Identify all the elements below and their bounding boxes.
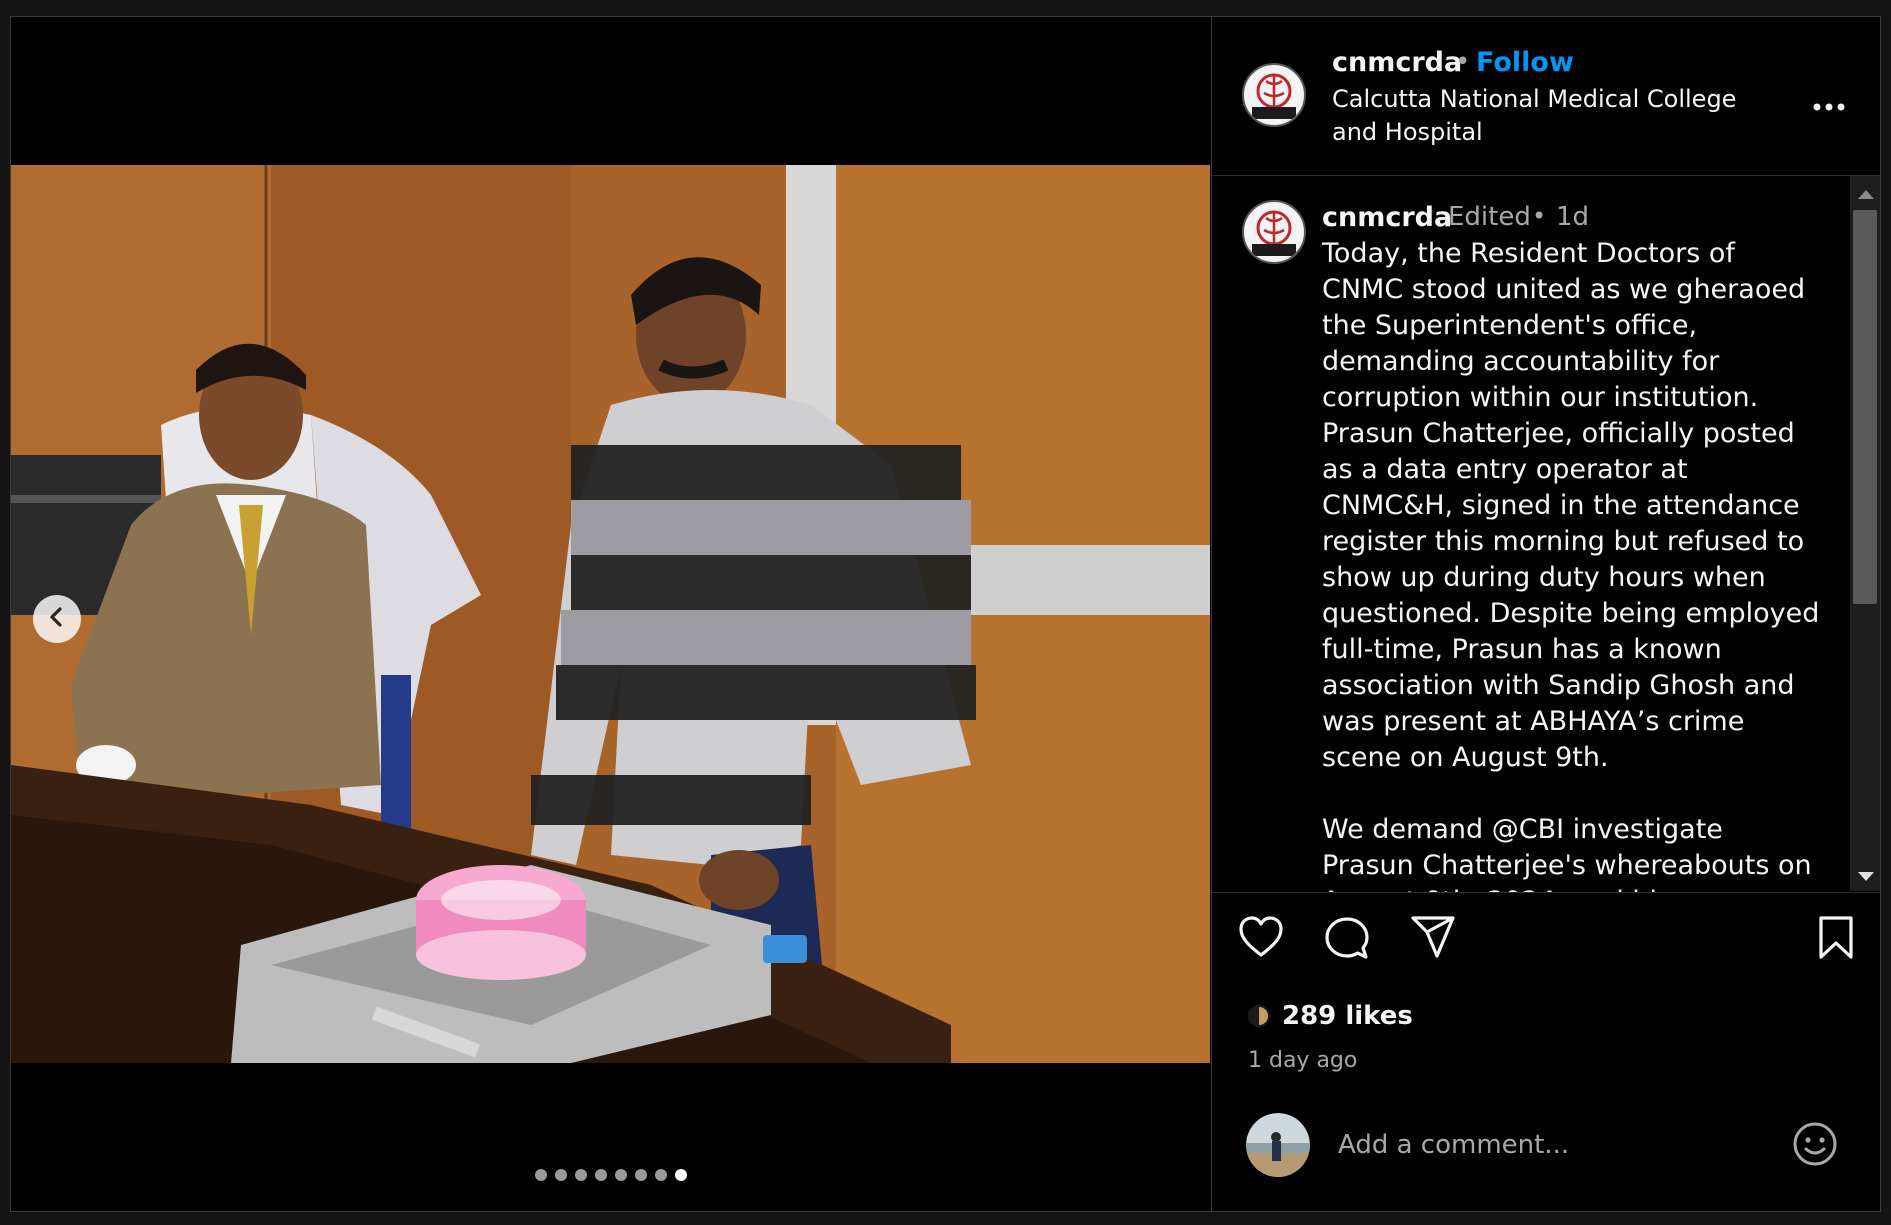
caption-username[interactable]: cnmcrda bbox=[1322, 202, 1452, 233]
share-button[interactable] bbox=[1410, 915, 1456, 963]
caption-text: Today, the Resident Doctors of CNMC stoo… bbox=[1322, 236, 1822, 892]
post-actions: 289 likes 1 day ago bbox=[1212, 892, 1880, 1213]
comment-icon bbox=[1324, 917, 1370, 965]
carousel-dot bbox=[654, 1169, 667, 1181]
caption-scrollbar[interactable] bbox=[1850, 176, 1880, 891]
header-separator: • bbox=[1455, 47, 1471, 77]
header-username[interactable]: cnmcrda bbox=[1332, 47, 1462, 78]
scroll-down-icon[interactable] bbox=[1858, 872, 1874, 881]
post-side-panel: cnmcrda • Follow Calcutta National Medic… bbox=[1211, 17, 1880, 1211]
post-header: cnmcrda • Follow Calcutta National Medic… bbox=[1212, 17, 1880, 176]
previous-slide-button[interactable] bbox=[33, 595, 81, 643]
carousel-dot bbox=[634, 1169, 647, 1181]
likes-count[interactable]: 289 likes bbox=[1282, 1001, 1413, 1031]
chevron-left-icon bbox=[46, 606, 68, 632]
carousel-dot bbox=[574, 1169, 587, 1181]
carousel-dot bbox=[614, 1169, 627, 1181]
caption-time[interactable]: 1d bbox=[1556, 202, 1589, 232]
carousel-indicator bbox=[11, 1169, 1210, 1181]
post-dialog: cnmcrda • Follow Calcutta National Medic… bbox=[10, 16, 1881, 1212]
heart-icon bbox=[1238, 916, 1284, 963]
liker-avatar bbox=[1248, 1005, 1270, 1027]
share-icon bbox=[1410, 916, 1456, 963]
caption-area: cnmcrda Edited • 1d Today, the Resident … bbox=[1212, 176, 1880, 892]
emoji-button[interactable] bbox=[1792, 1121, 1838, 1171]
user-avatar bbox=[1246, 1113, 1310, 1177]
more-icon bbox=[1812, 97, 1846, 116]
comment-form bbox=[1212, 1113, 1880, 1213]
post-media bbox=[11, 17, 1210, 1211]
caption-paragraph: We demand @CBI investigate Prasun Chatte… bbox=[1322, 814, 1812, 892]
header-location[interactable]: Calcutta National Medical College and Ho… bbox=[1332, 83, 1752, 149]
post-photo bbox=[11, 165, 1210, 1063]
comment-button[interactable] bbox=[1324, 915, 1370, 965]
carousel-dot-active bbox=[674, 1169, 687, 1181]
caption-paragraph: Today, the Resident Doctors of CNMC stoo… bbox=[1322, 238, 1820, 773]
follow-button[interactable]: Follow bbox=[1476, 47, 1574, 78]
post-timestamp[interactable]: 1 day ago bbox=[1248, 1048, 1357, 1073]
caption-separator: • bbox=[1532, 202, 1547, 230]
carousel-dot bbox=[594, 1169, 607, 1181]
comment-input[interactable] bbox=[1336, 1121, 1760, 1169]
scroll-up-icon[interactable] bbox=[1858, 190, 1874, 199]
emoji-icon bbox=[1792, 1122, 1838, 1171]
save-button[interactable] bbox=[1818, 915, 1854, 965]
more-options-button[interactable] bbox=[1812, 97, 1846, 116]
carousel-dot bbox=[534, 1169, 547, 1181]
bookmark-icon bbox=[1818, 916, 1854, 965]
caption-avatar[interactable] bbox=[1242, 200, 1306, 264]
carousel-dot bbox=[554, 1169, 567, 1181]
like-button[interactable] bbox=[1238, 915, 1284, 963]
scrollbar-thumb[interactable] bbox=[1853, 210, 1877, 604]
profile-avatar[interactable] bbox=[1242, 63, 1306, 127]
likes-row[interactable]: 289 likes bbox=[1248, 1001, 1413, 1031]
edited-label: Edited bbox=[1448, 202, 1531, 232]
